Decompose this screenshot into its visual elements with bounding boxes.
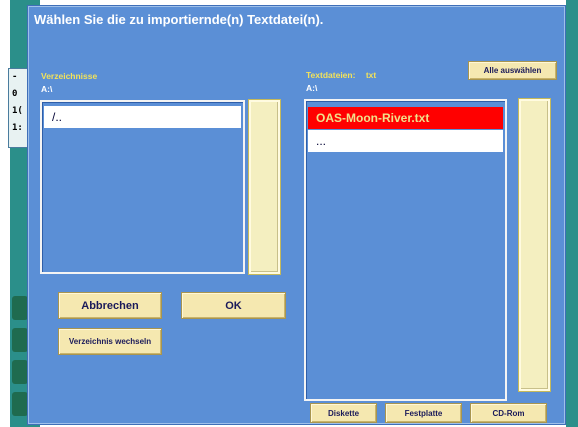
harddisk-button[interactable]: Festplatte xyxy=(385,403,462,423)
directories-scrollbar[interactable] xyxy=(249,100,280,274)
files-label: Textdateien: txt xyxy=(306,70,376,80)
files-label-text: Textdateien: xyxy=(306,70,356,80)
select-all-button[interactable]: Alle auswählen xyxy=(468,61,557,80)
background-block xyxy=(12,360,28,384)
background-block xyxy=(12,296,28,320)
file-item[interactable]: ... xyxy=(308,130,503,152)
directory-item-parent[interactable]: /.. xyxy=(44,106,241,128)
floppy-button[interactable]: Diskette xyxy=(310,403,377,423)
directories-label: Verzeichnisse xyxy=(41,71,98,81)
file-item-selected[interactable]: OAS-Moon-River.txt xyxy=(308,107,503,129)
background-block xyxy=(12,328,28,352)
cdrom-button[interactable]: CD-Rom xyxy=(470,403,547,423)
files-scrollbar[interactable] xyxy=(519,99,550,391)
change-directory-button[interactable]: Verzeichnis wechseln xyxy=(58,328,162,355)
background-block xyxy=(12,392,28,416)
files-path: A:\ xyxy=(306,83,318,93)
ok-button[interactable]: OK xyxy=(181,292,286,319)
background-right-panel xyxy=(566,0,578,427)
import-dialog: Wählen Sie die zu importiernde(n) Textda… xyxy=(27,5,566,425)
directories-path: A:\ xyxy=(41,84,53,94)
files-list[interactable]: OAS-Moon-River.txt ... xyxy=(304,99,507,401)
dialog-title: Wählen Sie die zu importiernde(n) Textda… xyxy=(34,12,324,27)
directories-list[interactable]: /.. xyxy=(40,100,245,274)
cancel-button[interactable]: Abbrechen xyxy=(58,292,162,319)
files-filter: txt xyxy=(365,70,377,80)
